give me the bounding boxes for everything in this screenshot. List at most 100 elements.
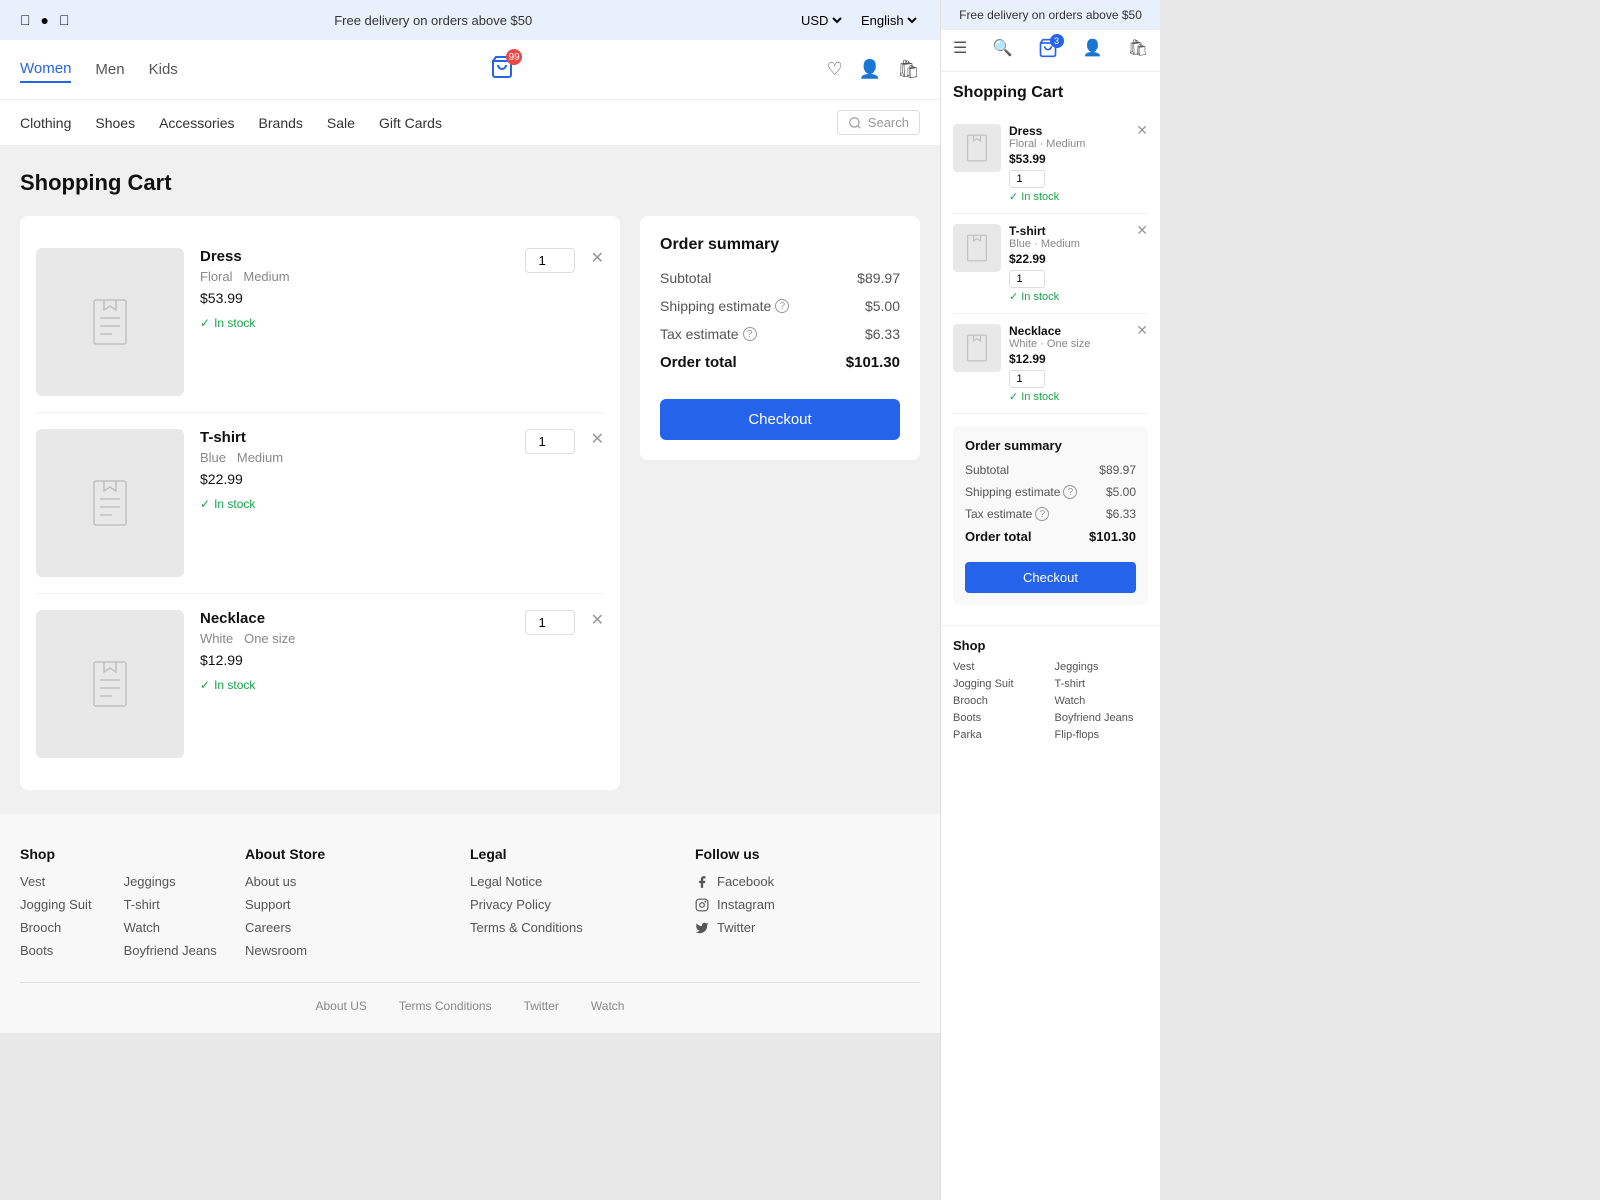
- item-image-1: [36, 248, 184, 396]
- footer-brooch[interactable]: Brooch: [20, 920, 92, 935]
- sf-jogging[interactable]: Jogging Suit: [953, 678, 1047, 690]
- shipping-info-icon[interactable]: ?: [775, 299, 789, 313]
- nav-tab-men[interactable]: Men: [95, 57, 124, 82]
- sidebar-qty-3[interactable]: [1009, 370, 1045, 388]
- sidebar-qty-2[interactable]: [1009, 270, 1045, 288]
- cart-icon[interactable]: 99: [490, 55, 514, 84]
- sidebar-remove-2[interactable]: ✕: [1136, 222, 1148, 239]
- sidebar-nav: ☰ 🔍 3 👤 🛍: [941, 30, 1160, 72]
- footer-bottom-watch[interactable]: Watch: [591, 999, 625, 1013]
- cart-item-3: Necklace White One size $12.99 ✓ In stoc…: [36, 594, 604, 774]
- sidebar-tax-info[interactable]: ?: [1035, 507, 1049, 521]
- currency-select[interactable]: USD EUR: [797, 12, 845, 29]
- footer-terms[interactable]: Terms & Conditions: [470, 920, 695, 935]
- sf-flipflops[interactable]: Flip-flops: [1055, 729, 1149, 741]
- qty-input-3[interactable]: [525, 610, 575, 635]
- cat-brands[interactable]: Brands: [259, 115, 303, 131]
- sidebar-content: Shopping Cart Dress Floral · Medium $53.…: [941, 72, 1160, 617]
- sidebar-bag-icon[interactable]: 🛍: [1128, 38, 1148, 63]
- sidebar-item-img-2: [953, 224, 1001, 272]
- sf-boyfriend-jeans[interactable]: Boyfriend Jeans: [1055, 712, 1149, 724]
- cat-shoes[interactable]: Shoes: [95, 115, 135, 131]
- social-icons:  ● : [20, 12, 69, 28]
- footer-boyfriend-jeans[interactable]: Boyfriend Jeans: [124, 943, 217, 958]
- account-icon[interactable]: 👤: [859, 59, 881, 80]
- footer-legal-notice[interactable]: Legal Notice: [470, 874, 695, 889]
- remove-item-2[interactable]: ✕: [591, 429, 604, 449]
- sf-boots[interactable]: Boots: [953, 712, 1047, 724]
- sidebar-shipping-info[interactable]: ?: [1063, 485, 1077, 499]
- item-stock-2: ✓ In stock: [200, 497, 509, 511]
- wishlist-icon[interactable]: ♡: [827, 59, 843, 80]
- sidebar-item-stock-3: ✓ In stock: [1009, 390, 1148, 403]
- cart-badge: 99: [506, 49, 522, 65]
- sf-watch[interactable]: Watch: [1055, 695, 1149, 707]
- cat-accessories[interactable]: Accessories: [159, 115, 234, 131]
- category-bar: Clothing Shoes Accessories Brands Sale G…: [0, 100, 940, 146]
- sidebar-remove-3[interactable]: ✕: [1136, 322, 1148, 339]
- footer-bottom-about[interactable]: About US: [316, 999, 367, 1013]
- footer-newsroom[interactable]: Newsroom: [245, 943, 470, 958]
- twitter-icon[interactable]: : [59, 12, 70, 28]
- sidebar-summary: Order summary Subtotal $89.97 Shipping e…: [953, 426, 1148, 605]
- footer-twitter[interactable]: Twitter: [695, 920, 920, 935]
- footer-bottom-terms[interactable]: Terms Conditions: [399, 999, 492, 1013]
- sidebar-summary-subtotal: Subtotal $89.97: [965, 463, 1136, 477]
- remove-item-1[interactable]: ✕: [591, 248, 604, 268]
- sf-parka[interactable]: Parka: [953, 729, 1047, 741]
- qty-input-2[interactable]: [525, 429, 575, 454]
- cat-sale[interactable]: Sale: [327, 115, 355, 131]
- item-name-3: Necklace: [200, 610, 509, 627]
- sidebar-menu-icon[interactable]: ☰: [953, 38, 967, 63]
- nav-tab-kids[interactable]: Kids: [149, 57, 178, 82]
- summary-total: Order total $101.30: [660, 354, 900, 371]
- footer-jeggings[interactable]: Jeggings: [124, 874, 217, 889]
- qty-input-1[interactable]: [525, 248, 575, 273]
- nav-tab-women[interactable]: Women: [20, 56, 71, 83]
- footer-watch[interactable]: Watch: [124, 920, 217, 935]
- sidebar-summary-shipping: Shipping estimate ? $5.00: [965, 485, 1136, 499]
- sidebar-remove-1[interactable]: ✕: [1136, 122, 1148, 139]
- tax-info-icon[interactable]: ?: [743, 327, 757, 341]
- footer-facebook[interactable]: Facebook: [695, 874, 920, 889]
- item-name-1: Dress: [200, 248, 509, 265]
- footer-privacy-policy[interactable]: Privacy Policy: [470, 897, 695, 912]
- cat-giftcards[interactable]: Gift Cards: [379, 115, 442, 131]
- sidebar-item-name-1: Dress: [1009, 124, 1148, 138]
- sf-vest[interactable]: Vest: [953, 661, 1047, 673]
- instagram-icon[interactable]: ●: [41, 12, 49, 28]
- footer-boots[interactable]: Boots: [20, 943, 92, 958]
- footer-vest[interactable]: Vest: [20, 874, 92, 889]
- remove-item-3[interactable]: ✕: [591, 610, 604, 630]
- sidebar-footer-shop-title: Shop: [953, 638, 1148, 653]
- bag-icon[interactable]: 🛍: [897, 59, 920, 80]
- cart-item-1: Dress Floral Medium $53.99 ✓ In stock ✕: [36, 232, 604, 413]
- sidebar-qty-1[interactable]: [1009, 170, 1045, 188]
- sf-jeggings[interactable]: Jeggings: [1055, 661, 1149, 673]
- checkout-button[interactable]: Checkout: [660, 399, 900, 440]
- language-select[interactable]: English French: [857, 12, 920, 29]
- item-price-1: $53.99: [200, 290, 509, 306]
- sidebar-account-icon[interactable]: 👤: [1083, 38, 1103, 63]
- page-title: Shopping Cart: [20, 170, 920, 196]
- sidebar-item-1: Dress Floral · Medium $53.99 ✓ In stock …: [953, 114, 1148, 214]
- item-price-3: $12.99: [200, 652, 509, 668]
- search-box[interactable]: Search: [837, 110, 920, 135]
- footer-bottom-twitter[interactable]: Twitter: [524, 999, 559, 1013]
- cart-item-2: T-shirt Blue Medium $22.99 ✓ In stock ✕: [36, 413, 604, 594]
- footer-support[interactable]: Support: [245, 897, 470, 912]
- facebook-icon[interactable]: : [20, 12, 31, 28]
- cat-clothing[interactable]: Clothing: [20, 115, 71, 131]
- footer-jogging-suit[interactable]: Jogging Suit: [20, 897, 92, 912]
- sidebar-cart-icon[interactable]: 3: [1038, 38, 1058, 63]
- footer-careers[interactable]: Careers: [245, 920, 470, 935]
- sf-tshirt[interactable]: T-shirt: [1055, 678, 1149, 690]
- sidebar-checkout-button[interactable]: Checkout: [965, 562, 1136, 593]
- footer-instagram[interactable]: Instagram: [695, 897, 920, 912]
- sf-brooch[interactable]: Brooch: [953, 695, 1047, 707]
- footer-legal-col: Legal Legal Notice Privacy Policy Terms …: [470, 846, 695, 966]
- footer-tshirt[interactable]: T-shirt: [124, 897, 217, 912]
- footer-follow-col: Follow us Facebook Instagram Twitter: [695, 846, 920, 966]
- footer-about-us[interactable]: About us: [245, 874, 470, 889]
- sidebar-search-icon[interactable]: 🔍: [992, 38, 1012, 63]
